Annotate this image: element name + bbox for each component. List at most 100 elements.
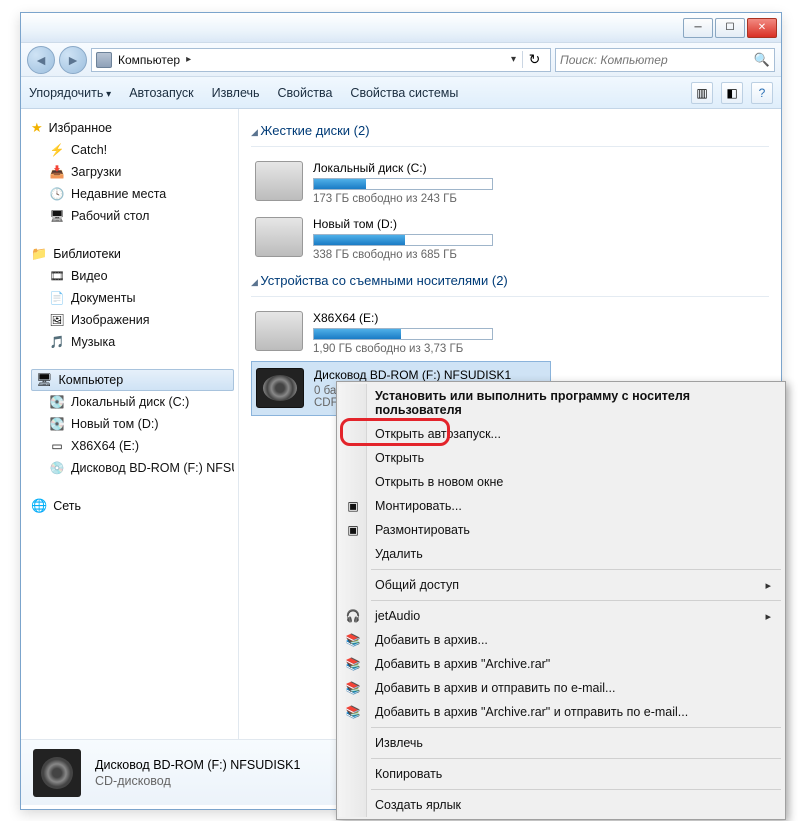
close-button[interactable]: ✕	[747, 18, 777, 38]
ctx-eject[interactable]: Извлечь	[339, 731, 783, 755]
drive-name: Новый том (D:)	[313, 217, 547, 231]
forward-button[interactable]: ►	[59, 46, 87, 74]
ctx-label: Открыть автозапуск...	[375, 427, 501, 441]
ctx-label: Добавить в архив "Archive.rar" и отправи…	[375, 705, 688, 719]
disc-icon: 💿	[49, 460, 65, 476]
search-input[interactable]	[560, 53, 754, 67]
organize-button[interactable]: Упорядочить	[29, 86, 111, 100]
nav-favorites[interactable]: Избранное	[31, 117, 234, 139]
submenu-arrow-icon: ▸	[765, 579, 771, 592]
ctx-mount[interactable]: ▣Монтировать...	[339, 494, 783, 518]
breadcrumb-computer[interactable]: Компьютер	[118, 53, 180, 67]
nav-item-label: Видео	[71, 269, 108, 283]
nav-drive-f[interactable]: 💿 Дисковод BD-ROM (F:) NFSU	[31, 457, 234, 479]
drive-name: Локальный диск (C:)	[313, 161, 547, 175]
nav-item-label: Музыка	[71, 335, 115, 349]
ctx-shortcut[interactable]: Создать ярлык	[339, 793, 783, 817]
ctx-install[interactable]: Установить или выполнить программу с нос…	[339, 384, 783, 422]
usb-icon: ▭	[49, 438, 65, 454]
minimize-button[interactable]: ─	[683, 18, 713, 38]
ctx-delete[interactable]: Удалить	[339, 542, 783, 566]
drive-e[interactable]: X86X64 (E:) 1,90 ГБ свободно из 3,73 ГБ	[251, 305, 551, 361]
section-removable[interactable]: Устройства со съемными носителями (2)	[251, 267, 769, 297]
music-icon: 🎵	[49, 334, 65, 350]
back-button[interactable]: ◄	[27, 46, 55, 74]
nav-item-label: Дисковод BD-ROM (F:) NFSU	[71, 461, 234, 475]
ctx-separator	[371, 727, 781, 728]
ctx-open-autorun[interactable]: Открыть автозапуск...	[339, 422, 783, 446]
nav-lib-music[interactable]: 🎵 Музыка	[31, 331, 234, 353]
search-box[interactable]: 🔍	[555, 48, 775, 72]
search-icon[interactable]: 🔍	[754, 52, 770, 68]
ctx-add-archive-name[interactable]: 📚Добавить в архив "Archive.rar"	[339, 652, 783, 676]
nav-row: ◄ ► Компьютер ▸ ▾ ↻ 🔍	[21, 43, 781, 77]
view-button[interactable]: ▥	[691, 82, 713, 104]
nav-drive-e[interactable]: ▭X86X64 (E:)	[31, 435, 234, 457]
eject-button[interactable]: Извлечь	[212, 86, 260, 100]
nav-network[interactable]: Сеть	[31, 495, 234, 517]
nav-fav-recent[interactable]: 🕓Недавние места	[31, 183, 234, 205]
ctx-add-archive[interactable]: 📚Добавить в архив...	[339, 628, 783, 652]
ctx-add-archive-mail[interactable]: 📚 Добавить в архив и отправить по e-mail.…	[339, 676, 783, 700]
nav-fav-catch[interactable]: ⚡Catch!	[31, 139, 234, 161]
ctx-label: Создать ярлык	[375, 798, 461, 812]
nav-drive-d[interactable]: 💽Новый том (D:)	[31, 413, 234, 435]
ctx-label: Установить или выполнить программу с нос…	[375, 389, 771, 417]
hdd-icon: 💽	[49, 394, 65, 410]
ctx-add-archive-name-mail[interactable]: 📚Добавить в архив "Archive.rar" и отправ…	[339, 700, 783, 724]
ctx-label: jetAudio	[375, 609, 420, 623]
sysprops-button[interactable]: Свойства системы	[350, 86, 458, 100]
ctx-open-new[interactable]: Открыть в новом окне	[339, 470, 783, 494]
drive-d[interactable]: Новый том (D:) 338 ГБ свободно из 685 ГБ	[251, 211, 551, 267]
ctx-label: Открыть	[375, 451, 424, 465]
nav-fav-desktop[interactable]: 🖥Рабочий стол	[31, 205, 234, 227]
breadcrumb-arrow-icon[interactable]: ▸	[186, 54, 191, 65]
nav-lib-pictures[interactable]: 🖼 Изображения	[31, 309, 234, 331]
addr-dropdown-icon[interactable]: ▾	[511, 54, 516, 65]
drive-c[interactable]: Локальный диск (C:) 173 ГБ свободно из 2…	[251, 155, 551, 211]
hdd-icon	[255, 217, 303, 257]
pictures-icon: 🖼	[49, 312, 65, 328]
winrar-icon: 📚	[345, 680, 361, 696]
nav-item-label: Локальный диск (C:)	[71, 395, 189, 409]
capacity-bar	[313, 234, 493, 246]
nav-item-label: Загрузки	[71, 165, 121, 179]
maximize-button[interactable]: ☐	[715, 18, 745, 38]
ctx-separator	[371, 600, 781, 601]
ctx-copy[interactable]: Копировать	[339, 762, 783, 786]
downloads-icon: 📥	[49, 164, 65, 180]
refresh-button[interactable]: ↻	[522, 51, 546, 68]
submenu-arrow-icon: ▸	[765, 610, 771, 623]
details-name: Дисковод BD-ROM (F:) NFSUDISK1	[95, 758, 300, 772]
autoplay-button[interactable]: Автозапуск	[129, 86, 193, 100]
nav-computer[interactable]: Компьютер	[31, 369, 234, 391]
titlebar: ─ ☐ ✕	[21, 13, 781, 43]
ctx-label: Добавить в архив...	[375, 633, 488, 647]
ctx-jetaudio[interactable]: 🎧 jetAudio ▸	[339, 604, 783, 628]
usb-drive-icon	[255, 311, 303, 351]
nav-fav-downloads[interactable]: 📥 Загрузки	[31, 161, 234, 183]
ctx-open[interactable]: Открыть	[339, 446, 783, 470]
context-menu: Установить или выполнить программу с нос…	[336, 381, 786, 820]
nav-libraries[interactable]: Библиотеки	[31, 243, 234, 265]
nav-drive-c[interactable]: 💽 Локальный диск (C:)	[31, 391, 234, 413]
nav-lib-video[interactable]: 🎞Видео	[31, 265, 234, 287]
ctx-label: Добавить в архив и отправить по e-mail..…	[375, 681, 615, 695]
nav-item-label: Изображения	[71, 313, 150, 327]
ctx-unmount[interactable]: ▣Размонтировать	[339, 518, 783, 542]
address-bar[interactable]: Компьютер ▸ ▾ ↻	[91, 48, 551, 72]
drive-name: X86X64 (E:)	[313, 311, 547, 325]
nav-lib-documents[interactable]: 📄Документы	[31, 287, 234, 309]
ctx-share[interactable]: Общий доступ▸	[339, 573, 783, 597]
help-button[interactable]: ?	[751, 82, 773, 104]
properties-button[interactable]: Свойства	[278, 86, 333, 100]
ctx-label: Открыть в новом окне	[375, 475, 503, 489]
nav-item-label: Недавние места	[71, 187, 166, 201]
bdrom-icon	[256, 368, 304, 408]
details-type: CD-дисковод	[95, 774, 300, 788]
nav-item-label: Новый том (D:)	[71, 417, 159, 431]
ctx-separator	[371, 569, 781, 570]
section-hdd[interactable]: Жесткие диски (2)	[251, 117, 769, 147]
jetaudio-icon: 🎧	[345, 608, 361, 624]
preview-pane-button[interactable]: ◧	[721, 82, 743, 104]
